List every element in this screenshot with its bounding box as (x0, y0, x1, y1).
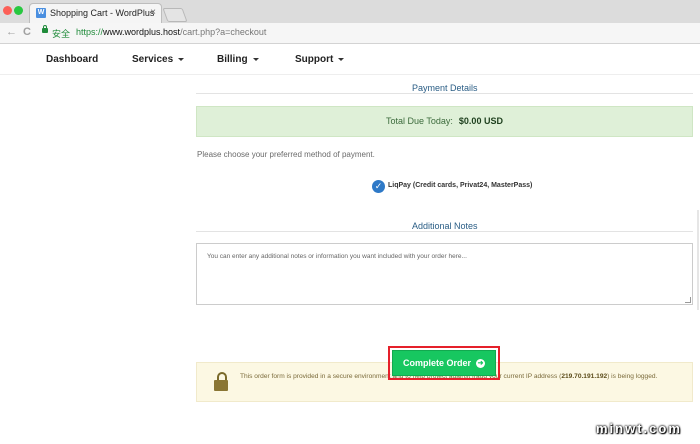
back-icon[interactable]: ← (6, 26, 17, 38)
arrow-right-circle-icon: ➜ (476, 359, 485, 369)
scrollbar[interactable] (697, 210, 699, 310)
new-tab-button[interactable] (162, 8, 188, 22)
browser-tab-bar: W Shopping Cart - WordPlus × (0, 0, 700, 24)
browser-tab[interactable]: W Shopping Cart - WordPlus × (29, 3, 162, 23)
complete-order-button[interactable]: Complete Order ➜ (392, 350, 496, 376)
lock-icon (42, 25, 48, 33)
nav-billing-label: Billing (217, 54, 248, 65)
caret-down-icon (252, 57, 259, 61)
maximize-window-icon[interactable] (14, 6, 23, 15)
url-field[interactable]: https://www.wordplus.host/cart.php?a=che… (76, 27, 266, 37)
close-window-icon[interactable] (3, 6, 12, 15)
nav-dashboard-label: Dashboard (46, 54, 99, 65)
ip-address: 219.70.191.192 (561, 373, 608, 380)
payment-instruction: Please choose your preferred method of p… (197, 150, 375, 159)
tab-close-icon[interactable]: × (150, 7, 156, 18)
total-due-box: Total Due Today: $0.00 USD (196, 106, 693, 137)
section-divider (196, 93, 693, 94)
check-icon[interactable]: ✓ (372, 180, 385, 193)
url-scheme: https:// (76, 27, 104, 37)
watermark: minwt.com (596, 421, 682, 436)
nav-dashboard[interactable]: Dashboard (46, 54, 98, 65)
caret-down-icon (178, 57, 185, 61)
nav-services[interactable]: Services (132, 54, 185, 65)
complete-order-label: Complete Order (402, 358, 471, 368)
additional-notes-heading: Additional Notes (406, 221, 484, 231)
resize-handle-icon[interactable] (685, 297, 691, 303)
payment-method-label: LiqPay (Credit cards, Privat24, MasterPa… (388, 182, 533, 189)
site-navigation: Dashboard Services Billing Support (0, 44, 700, 75)
nav-billing[interactable]: Billing (217, 54, 259, 65)
reload-icon[interactable]: C (23, 26, 31, 38)
nav-support-label: Support (295, 54, 334, 65)
url-host: www.wordplus.host (103, 27, 181, 37)
payment-details-heading: Payment Details (406, 83, 484, 93)
total-due-amount: $0.00 USD (458, 116, 503, 126)
address-bar: ← C 安全 https://www.wordplus.host/cart.ph… (0, 23, 700, 44)
section-divider (196, 231, 693, 232)
nav-support[interactable]: Support (295, 54, 345, 65)
total-due-label: Total Due Today: (386, 116, 453, 126)
nav-services-label: Services (132, 54, 174, 65)
padlock-icon (214, 372, 228, 392)
security-text-after: ) is being logged. (607, 373, 658, 380)
url-path: /cart.php?a=checkout (180, 27, 267, 37)
favicon-icon: W (36, 8, 46, 18)
secure-label: 安全 (52, 29, 71, 39)
tab-title: Shopping Cart - WordPlus (50, 8, 155, 18)
notes-textarea[interactable]: You can enter any additional notes or in… (196, 243, 693, 305)
caret-down-icon (338, 57, 345, 61)
notes-placeholder: You can enter any additional notes or in… (207, 253, 467, 260)
